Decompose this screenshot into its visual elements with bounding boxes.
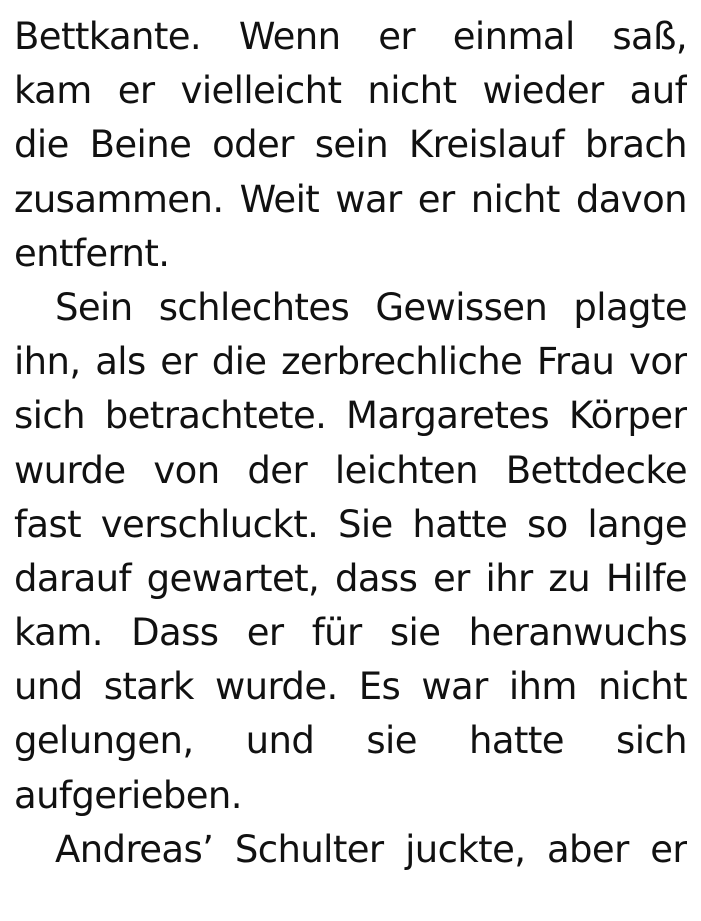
- text-line: zusammen. Weit war er nicht davon: [14, 177, 687, 221]
- paragraph-end-line: aufgerieben.: [14, 773, 243, 817]
- text-line: wurde von der leichten Bettdecke: [14, 448, 687, 492]
- ebook-page: Bettkante. Wenn er einmal saß, kam er vi…: [0, 0, 701, 921]
- text-line: sich betrachtete. Margaretes Körper: [14, 394, 687, 438]
- text-line: die Beine oder sein Kreislauf brach: [14, 123, 687, 167]
- text-line: Bettkante. Wenn er einmal saß,: [14, 15, 687, 58]
- text-line: und stark wurde. Es war ihm nicht: [14, 665, 687, 709]
- paragraph-end-line: entfernt.: [14, 231, 170, 275]
- text-line: ihn, als er die zerbrechliche Frau vor: [14, 340, 687, 384]
- text-line: kam er vielleicht nicht wieder auf: [14, 69, 687, 113]
- body-text: Bettkante. Wenn er einmal saß, kam er vi…: [14, 10, 687, 877]
- paragraph-start-line: Sein schlechtes Gewissen plagte: [55, 285, 687, 329]
- text-line: kam. Dass er für sie heranwuchs: [14, 611, 687, 655]
- text-line: darauf gewartet, dass er ihr zu Hilfe: [14, 556, 687, 600]
- paragraph-start-line: Andreas’ Schulter juckte, aber er: [55, 827, 687, 871]
- text-line: gelungen, und sie hatte sich: [14, 719, 687, 763]
- text-line: fast verschluckt. Sie hatte so lange: [14, 502, 687, 546]
